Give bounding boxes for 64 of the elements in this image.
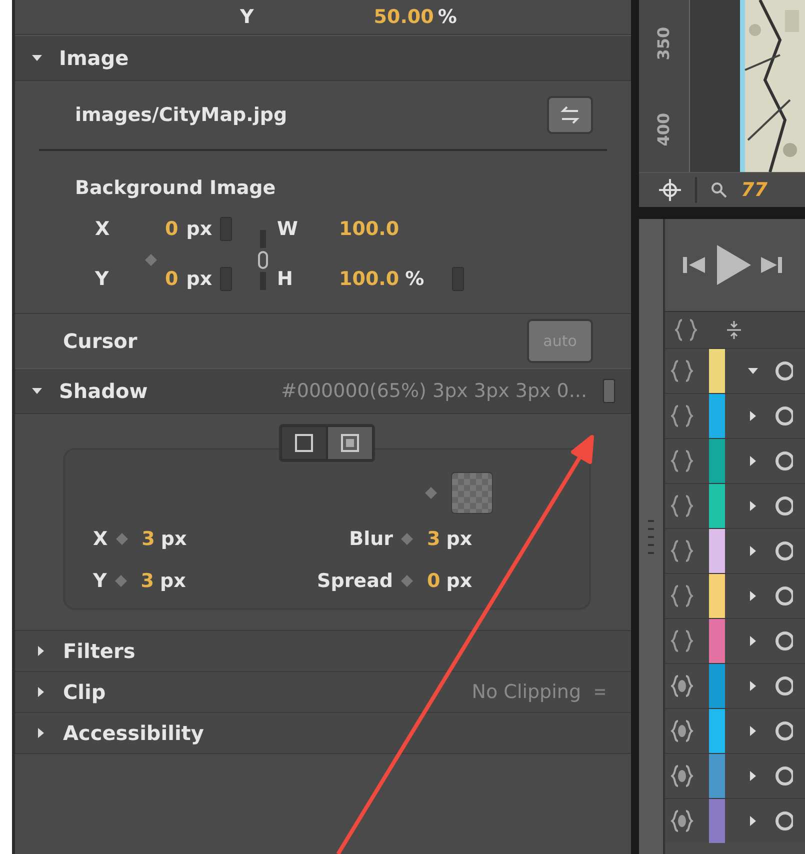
section-title[interactable]: Accessibility [63,721,204,745]
play-icon[interactable] [717,245,751,285]
unit-label: px [160,570,186,592]
field-label: Blur [348,528,393,550]
braces-icon [675,318,697,342]
value-text[interactable]: 3 [142,528,155,550]
value-text[interactable]: 0 [165,218,178,240]
symbol-braces-icon [671,674,693,698]
field-label: Y [93,570,107,592]
section-title[interactable]: Clip [63,680,106,704]
ruler-label: 350 [654,26,674,60]
symbol-braces-icon [671,809,693,833]
search-icon[interactable] [711,182,727,198]
skip-forward-icon[interactable] [761,254,783,276]
section-title[interactable]: Shadow [59,379,148,403]
braces-icon [671,584,693,608]
field-label: H [277,268,294,290]
braces-icon [671,494,693,518]
symbol-braces-icon [671,764,693,788]
braces-icon [671,629,693,653]
symbol-braces-icon [671,719,693,743]
value-text[interactable]: 3 [140,570,154,592]
file-path: images/CityMap.jpg [75,104,288,126]
field-label: Spread [316,570,393,592]
value-text[interactable]: 50.00 [374,6,434,28]
unit-label: px [446,528,472,550]
skip-back-icon[interactable] [683,254,707,276]
section-title[interactable]: Image [59,46,129,70]
zoom-value[interactable]: 77 [741,179,768,201]
field-label: X [93,528,108,550]
property-label: Cursor [63,329,138,353]
field-label: Y [95,268,110,290]
value-text[interactable]: 0 [427,570,440,592]
collapse-icon[interactable] [727,321,741,339]
crosshair-icon[interactable] [659,179,681,201]
unit-label: px [186,268,212,290]
field-label: X [95,218,111,240]
chain-link-icon[interactable] [257,230,269,290]
inner-square-icon [340,433,360,453]
shadow-summary: #000000(65%) 3px 3px 3px 0... [280,380,588,402]
value-text[interactable]: 3 [427,528,440,550]
unit-label: % [405,268,424,290]
swap-button[interactable] [547,96,594,134]
field-label: W [277,218,299,240]
unit-label: px [160,528,187,550]
shadow-mode-button[interactable] [327,426,373,460]
shadow-mode-button[interactable] [281,426,327,460]
braces-icon [671,449,693,473]
unit-label: px [446,570,472,592]
braces-icon [671,404,693,428]
outer-square-icon [294,433,314,453]
ruler-label: 400 [654,112,674,146]
unit-label: % [438,6,457,28]
color-swatch[interactable] [451,472,494,514]
unit-label: px [186,218,212,240]
subsection-title: Background Image [75,177,276,199]
braces-icon [671,539,693,563]
braces-icon [671,359,693,383]
section-title[interactable]: Filters [63,639,136,663]
clip-value[interactable]: No Clipping [472,681,582,703]
field-label: Y [240,6,254,28]
value-text[interactable]: 100.0 [339,268,400,290]
value-text[interactable]: 100.0 [339,218,400,240]
value-text[interactable]: 0 [165,268,178,290]
